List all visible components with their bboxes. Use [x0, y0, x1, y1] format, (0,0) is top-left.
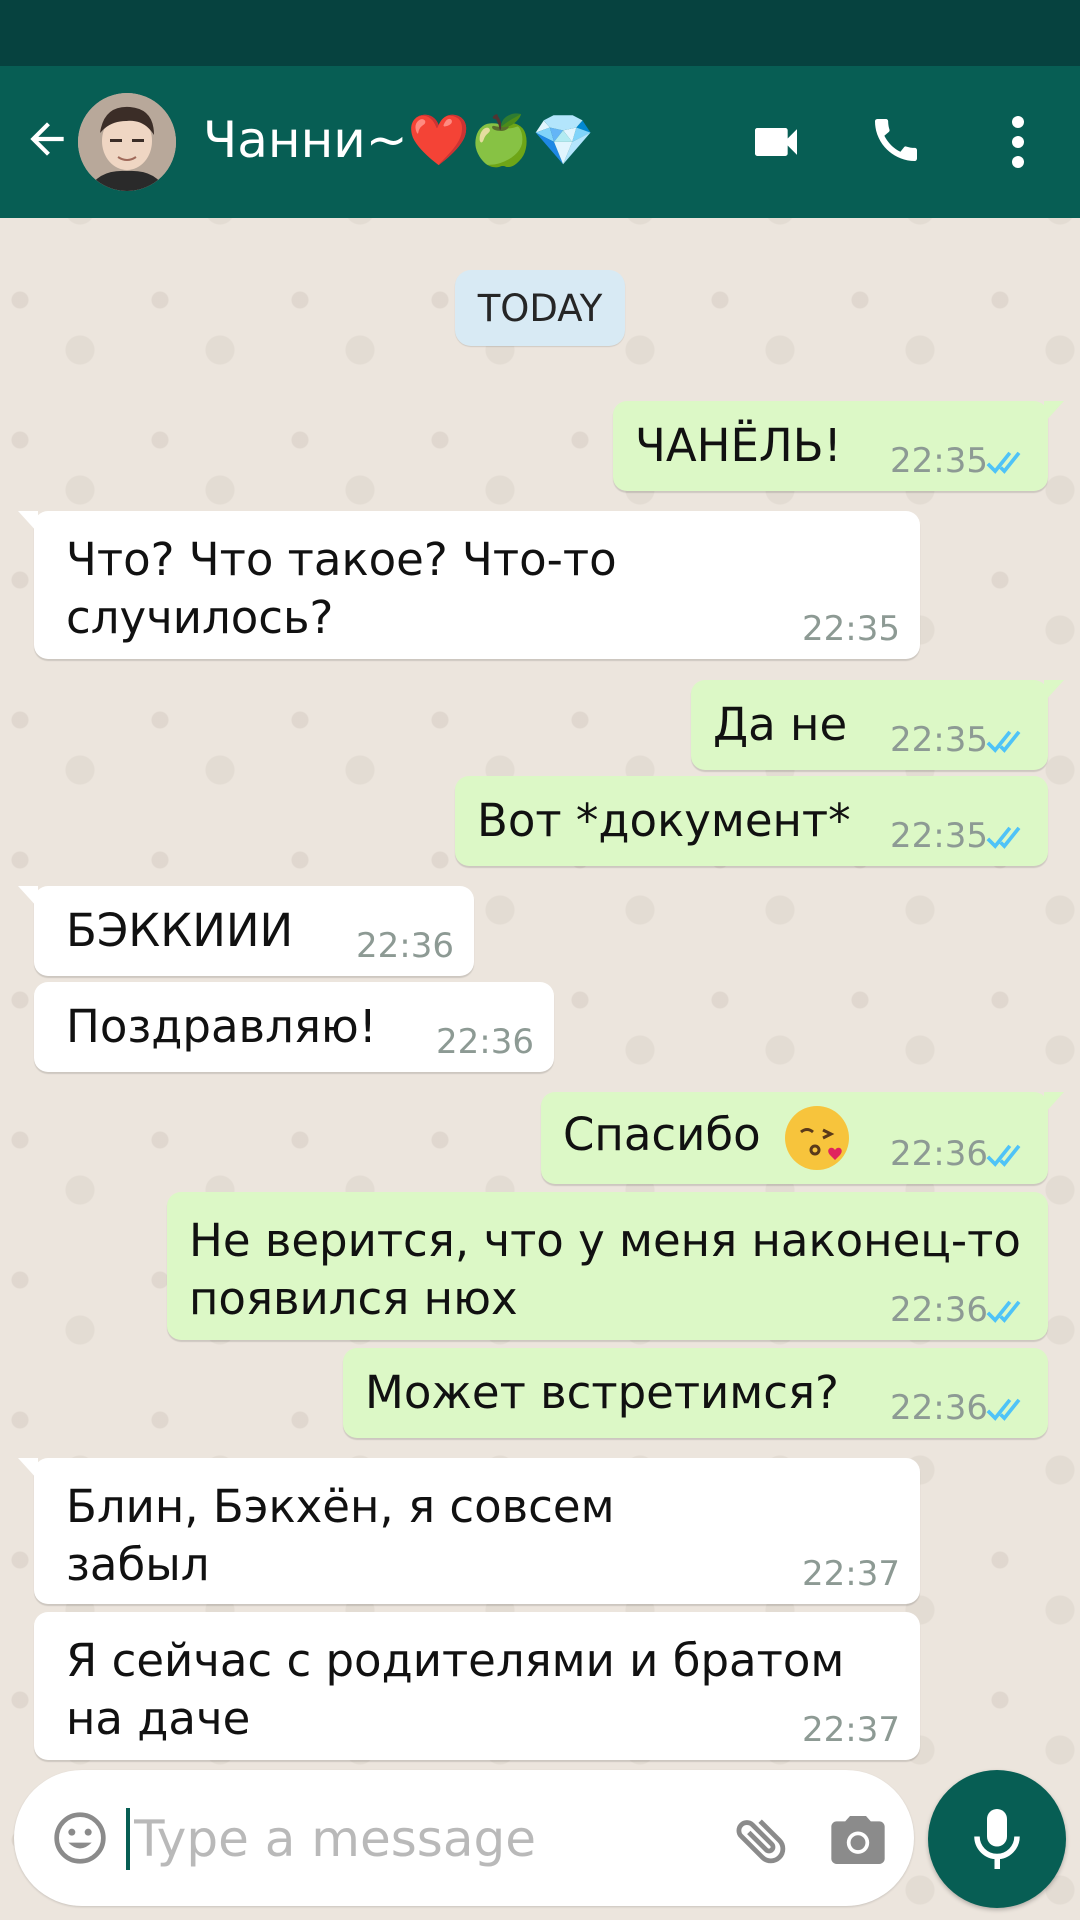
- message-bubble-incoming[interactable]: БЭККИИИ 22:36: [18, 886, 474, 976]
- message-text-line: случилось?: [66, 591, 334, 644]
- message-time: 22:36: [436, 1022, 534, 1062]
- camera-icon[interactable]: [826, 1808, 890, 1872]
- message-text: Поздравляю!: [66, 1000, 377, 1053]
- message-text: БЭККИИИ: [66, 904, 294, 957]
- bubble-tail: [1044, 680, 1064, 702]
- chat-header: Чанни~❤️🍏💎: [0, 66, 1080, 218]
- phone-call-icon[interactable]: [868, 112, 924, 168]
- message-bubble-outgoing[interactable]: Да не 22:35: [691, 680, 1064, 770]
- emoji-icon[interactable]: [52, 1810, 108, 1866]
- message-time: 22:37: [802, 1554, 900, 1594]
- read-receipt-icon: [986, 1144, 1021, 1167]
- bubble-tail: [18, 511, 38, 533]
- message-text: Спасибо: [563, 1108, 761, 1161]
- message-text-line: Блин, Бэкхён, я совсем: [66, 1480, 615, 1533]
- message-bubble-incoming[interactable]: Блин, Бэкхён, я совсем забыл 22:37: [18, 1458, 920, 1604]
- message-text: Да не: [713, 698, 848, 751]
- voice-record-button[interactable]: [928, 1770, 1066, 1908]
- message-time: 22:36: [890, 1134, 988, 1174]
- message-text-line: Я сейчас с родителями и братом: [66, 1634, 845, 1687]
- message-text-line: Что? Что такое? Что-то: [66, 533, 617, 586]
- message-text-line: Не верится, что у меня наконец-то: [189, 1214, 1021, 1267]
- message-bubble-outgoing[interactable]: Спасибо 22:36: [541, 1092, 1064, 1184]
- status-bar: [0, 0, 1080, 66]
- message-time: 22:35: [890, 441, 988, 481]
- read-receipt-icon: [986, 1300, 1021, 1323]
- bubble-tail: [1044, 401, 1064, 423]
- kissing-face-emoji-icon: [785, 1106, 850, 1170]
- message-text: ЧАНЁЛЬ!: [635, 419, 842, 472]
- message-text: Вот *документ*: [477, 794, 851, 847]
- microphone-icon: [974, 1809, 1020, 1869]
- message-time: 22:36: [890, 1388, 988, 1428]
- more-options-icon[interactable]: [998, 112, 1038, 172]
- message-composer: [14, 1770, 914, 1906]
- message-bubble-incoming[interactable]: Я сейчас с родителями и братом на даче 2…: [34, 1612, 920, 1760]
- message-bubble-outgoing[interactable]: Может встретимся? 22:36: [343, 1348, 1048, 1438]
- bubble-tail: [1044, 1092, 1064, 1114]
- bubble-tail: [18, 1458, 38, 1480]
- message-text-line: забыл: [66, 1538, 210, 1591]
- message-time: 22:35: [802, 609, 900, 649]
- contact-name[interactable]: Чанни~❤️🍏💎: [203, 110, 594, 170]
- back-arrow-icon[interactable]: [22, 114, 72, 164]
- read-receipt-icon: [986, 826, 1021, 849]
- message-time: 22:36: [356, 926, 454, 966]
- message-text-line: на даче: [66, 1692, 251, 1745]
- read-receipt-icon: [986, 730, 1021, 753]
- message-time: 22:35: [890, 816, 988, 856]
- message-text-line: появился нюх: [189, 1272, 518, 1325]
- message-bubble-outgoing[interactable]: ЧАНЁЛЬ! 22:35: [613, 401, 1064, 491]
- contact-avatar[interactable]: [78, 93, 176, 191]
- message-text: Может встретимся?: [365, 1366, 839, 1419]
- chat-screen: Чанни~❤️🍏💎 TODAY ЧАНЁЛЬ! 22:35 Что? Что …: [0, 0, 1080, 1920]
- text-cursor: [126, 1808, 130, 1870]
- message-time: 22:37: [802, 1710, 900, 1750]
- read-receipt-icon: [986, 1398, 1021, 1421]
- message-bubble-incoming[interactable]: Поздравляю! 22:36: [34, 982, 554, 1072]
- message-time: 22:36: [890, 1290, 988, 1330]
- message-bubble-incoming[interactable]: Что? Что такое? Что-то случилось? 22:35: [18, 511, 920, 659]
- message-bubble-outgoing[interactable]: Вот *документ* 22:35: [455, 776, 1048, 866]
- date-divider: TODAY: [455, 270, 625, 346]
- message-bubble-outgoing[interactable]: Не верится, что у меня наконец-то появил…: [167, 1192, 1048, 1340]
- attach-icon[interactable]: [730, 1808, 794, 1872]
- bubble-tail: [18, 886, 38, 908]
- message-time: 22:35: [890, 720, 988, 760]
- video-call-icon[interactable]: [748, 114, 804, 170]
- message-input[interactable]: [132, 1800, 696, 1878]
- read-receipt-icon: [986, 451, 1021, 474]
